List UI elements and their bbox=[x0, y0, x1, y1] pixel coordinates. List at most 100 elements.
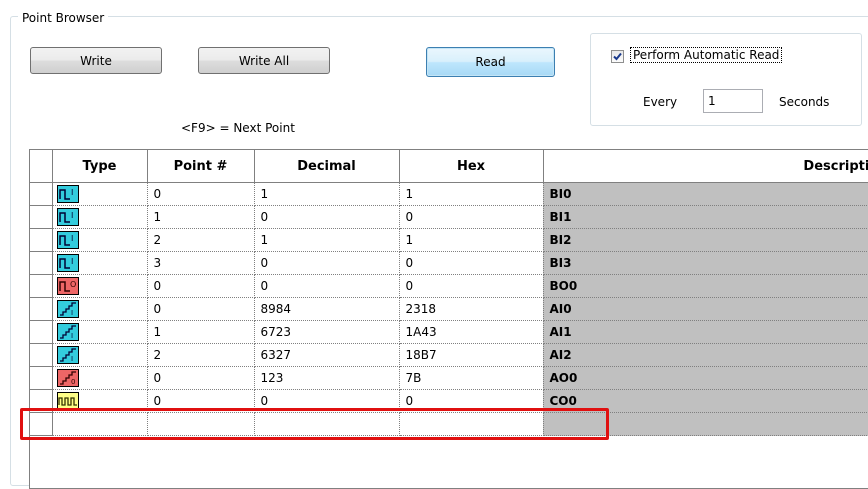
type-cell[interactable]: O bbox=[52, 274, 148, 298]
row-indicator[interactable] bbox=[30, 205, 53, 229]
description-cell[interactable]: AI1 bbox=[543, 320, 868, 344]
type-cell[interactable]: 0 bbox=[52, 366, 148, 390]
type-cell[interactable]: I bbox=[52, 228, 148, 252]
description-cell[interactable]: BI0 bbox=[543, 182, 868, 206]
table-row[interactable]: I 0 8984 2318 AI0 bbox=[30, 297, 868, 321]
description-cell[interactable]: BI3 bbox=[543, 251, 868, 275]
point-cell[interactable]: 0 bbox=[147, 182, 255, 206]
decimal-cell[interactable]: 0 bbox=[254, 274, 400, 298]
hex-cell[interactable]: 18B7 bbox=[399, 343, 544, 367]
write-all-button[interactable]: Write All bbox=[198, 47, 330, 74]
table-row[interactable]: 0 0 0 CO0 bbox=[30, 389, 868, 413]
row-indicator[interactable] bbox=[30, 274, 53, 298]
table-row[interactable]: I 0 1 1 BI0 bbox=[30, 182, 868, 206]
row-indicator[interactable] bbox=[30, 343, 53, 367]
row-indicator[interactable] bbox=[30, 182, 53, 206]
hex-cell[interactable]: 0 bbox=[399, 251, 544, 275]
description-cell[interactable]: AO0 bbox=[543, 366, 868, 390]
table-row[interactable]: I 1 6723 1A43 AI1 bbox=[30, 320, 868, 344]
type-cell[interactable]: I bbox=[52, 343, 148, 367]
point-cell[interactable] bbox=[147, 412, 255, 436]
decimal-cell[interactable]: 6327 bbox=[254, 343, 400, 367]
hex-cell[interactable]: 0 bbox=[399, 389, 544, 413]
column-header-description[interactable]: Description bbox=[543, 150, 868, 183]
row-indicator[interactable] bbox=[30, 389, 53, 413]
point-cell[interactable]: 0 bbox=[147, 297, 255, 321]
description-cell[interactable]: BI1 bbox=[543, 205, 868, 229]
decimal-cell[interactable]: 0 bbox=[254, 251, 400, 275]
hex-cell[interactable]: 2318 bbox=[399, 297, 544, 321]
analog-input-icon: I bbox=[56, 323, 79, 341]
table-row[interactable]: O 0 0 0 BO0 bbox=[30, 274, 868, 298]
row-indicator[interactable] bbox=[30, 412, 53, 436]
points-grid[interactable]: Type Point # Decimal Hex Description I01… bbox=[29, 149, 868, 489]
point-cell[interactable]: 3 bbox=[147, 251, 255, 275]
table-row[interactable]: I 2 1 1 BI2 bbox=[30, 228, 868, 252]
hex-cell[interactable]: 0 bbox=[399, 274, 544, 298]
type-cell[interactable]: I bbox=[52, 205, 148, 229]
hex-cell[interactable] bbox=[399, 412, 544, 436]
hex-cell[interactable]: 1 bbox=[399, 228, 544, 252]
read-button[interactable]: Read bbox=[426, 47, 555, 77]
point-cell[interactable]: 1 bbox=[147, 205, 255, 229]
svg-text:I: I bbox=[71, 234, 73, 243]
row-indicator-header bbox=[30, 150, 53, 183]
hex-cell[interactable]: 7B bbox=[399, 366, 544, 390]
decimal-cell[interactable]: 6723 bbox=[254, 320, 400, 344]
table-row[interactable]: I 3 0 0 BI3 bbox=[30, 251, 868, 275]
column-header-point[interactable]: Point # bbox=[147, 150, 255, 183]
svg-text:O: O bbox=[70, 280, 76, 289]
decimal-cell[interactable]: 1 bbox=[254, 228, 400, 252]
type-cell[interactable]: I bbox=[52, 182, 148, 206]
row-indicator[interactable] bbox=[30, 228, 53, 252]
row-indicator[interactable] bbox=[30, 297, 53, 321]
point-cell[interactable]: 0 bbox=[147, 366, 255, 390]
description-cell[interactable]: BI2 bbox=[543, 228, 868, 252]
type-cell[interactable] bbox=[52, 412, 148, 436]
binary-output-icon: O bbox=[56, 277, 79, 295]
decimal-cell[interactable]: 8984 bbox=[254, 297, 400, 321]
row-indicator[interactable] bbox=[30, 320, 53, 344]
interval-input[interactable] bbox=[703, 89, 763, 113]
svg-text:I: I bbox=[71, 332, 73, 340]
analog-output-icon: 0 bbox=[56, 369, 79, 387]
analog-input-icon: I bbox=[56, 300, 79, 318]
hex-cell[interactable]: 1 bbox=[399, 182, 544, 206]
table-row[interactable]: 0 0 123 7B AO0 bbox=[30, 366, 868, 390]
decimal-cell[interactable]: 123 bbox=[254, 366, 400, 390]
column-header-hex[interactable]: Hex bbox=[399, 150, 544, 183]
decimal-cell[interactable]: 1 bbox=[254, 182, 400, 206]
hex-cell[interactable]: 1A43 bbox=[399, 320, 544, 344]
decimal-cell[interactable]: 0 bbox=[254, 205, 400, 229]
point-cell[interactable]: 0 bbox=[147, 389, 255, 413]
description-cell[interactable]: AI2 bbox=[543, 343, 868, 367]
column-header-type[interactable]: Type bbox=[52, 150, 148, 183]
row-indicator[interactable] bbox=[30, 251, 53, 275]
checkmark-icon bbox=[613, 52, 622, 61]
decimal-cell[interactable] bbox=[254, 412, 400, 436]
point-cell[interactable]: 2 bbox=[147, 343, 255, 367]
decimal-cell[interactable]: 0 bbox=[254, 389, 400, 413]
write-button[interactable]: Write bbox=[30, 47, 162, 74]
row-indicator[interactable] bbox=[30, 366, 53, 390]
table-row[interactable]: I 2 6327 18B7 AI2 bbox=[30, 343, 868, 367]
hex-cell[interactable]: 0 bbox=[399, 205, 544, 229]
auto-read-checkbox[interactable] bbox=[611, 50, 624, 63]
auto-read-label[interactable]: Perform Automatic Read bbox=[629, 47, 783, 63]
type-cell[interactable]: I bbox=[52, 251, 148, 275]
type-cell[interactable]: I bbox=[52, 297, 148, 321]
type-cell[interactable]: I bbox=[52, 320, 148, 344]
type-cell[interactable] bbox=[52, 389, 148, 413]
description-cell[interactable]: CO0 bbox=[543, 389, 868, 413]
binary-input-icon: I bbox=[56, 208, 79, 226]
binary-input-icon: I bbox=[56, 254, 79, 272]
point-cell[interactable]: 2 bbox=[147, 228, 255, 252]
table-row[interactable]: I 1 0 0 BI1 bbox=[30, 205, 868, 229]
description-cell[interactable]: BO0 bbox=[543, 274, 868, 298]
point-cell[interactable]: 1 bbox=[147, 320, 255, 344]
description-cell[interactable]: AI0 bbox=[543, 297, 868, 321]
table-row[interactable] bbox=[30, 412, 868, 436]
point-cell[interactable]: 0 bbox=[147, 274, 255, 298]
column-header-decimal[interactable]: Decimal bbox=[254, 150, 400, 183]
description-cell[interactable] bbox=[543, 412, 868, 436]
